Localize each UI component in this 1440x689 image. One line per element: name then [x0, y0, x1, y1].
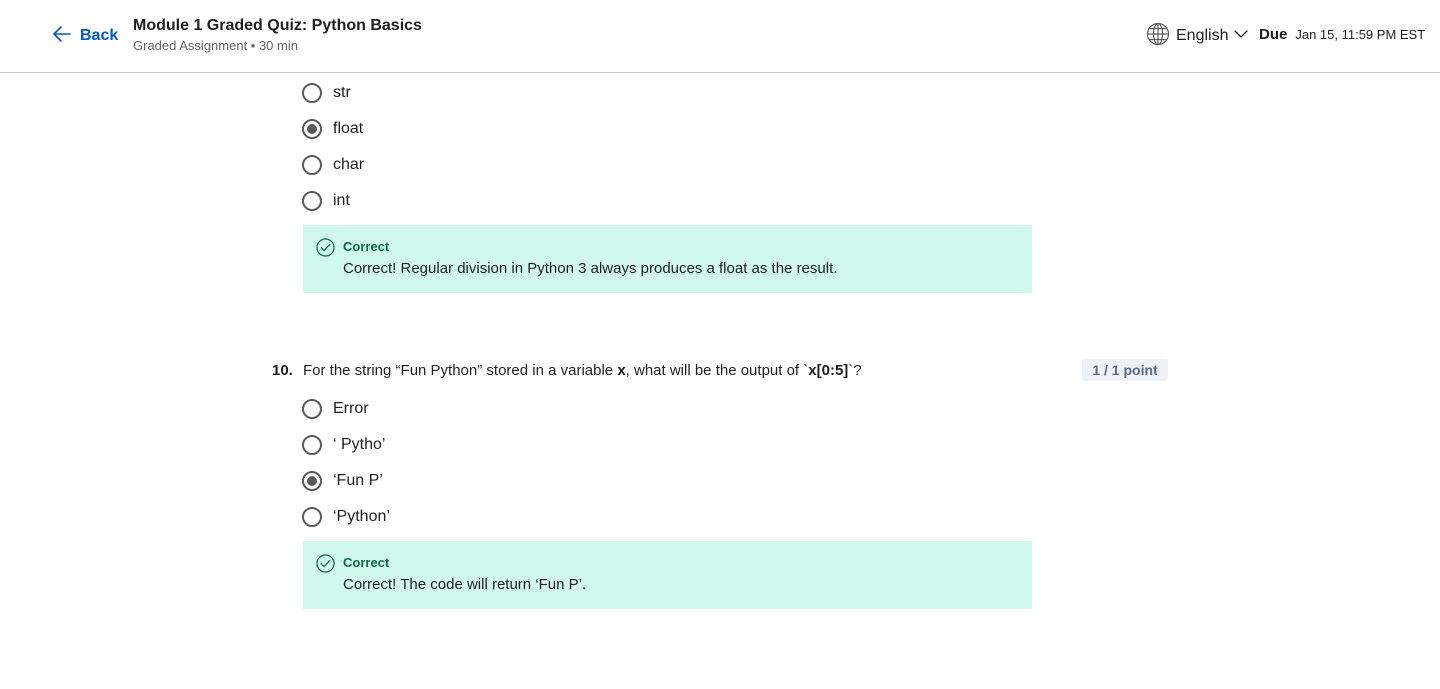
- question-10-prompt: 10. For the string “Fun Python” stored i…: [272, 359, 862, 381]
- option-label: ‘ Pytho’: [333, 436, 386, 453]
- radio-button[interactable]: [302, 191, 322, 211]
- feedback-text: Correct! Regular division in Python 3 al…: [343, 260, 838, 277]
- feedback-status: Correct: [343, 239, 390, 254]
- q10-option-pytho[interactable]: ‘ Pytho’: [302, 433, 385, 457]
- globe-icon: [1146, 22, 1170, 51]
- due-date-info: Due Jan 15, 11:59 PM EST: [1259, 26, 1425, 46]
- chevron-down-icon: [1234, 27, 1249, 46]
- check-circle-icon: [316, 554, 335, 573]
- option-label: ‘Python’: [333, 508, 390, 525]
- page-title: Module 1 Graded Quiz: Python Basics: [133, 17, 422, 34]
- option-label: Error: [333, 400, 369, 417]
- q10-option-python[interactable]: ‘Python’: [302, 505, 390, 529]
- question-text-part: For the string “Fun Python” stored in a …: [303, 361, 618, 379]
- question-text-part: `?: [848, 361, 862, 379]
- option-label: int: [333, 192, 350, 209]
- quiz-header: Back Module 1 Graded Quiz: Python Basics…: [0, 0, 1440, 73]
- feedback-text: Correct! The code will return ‘Fun P’.: [343, 576, 587, 593]
- question-code: x[0:5]: [808, 361, 849, 379]
- question-text: For the string “Fun Python” stored in a …: [303, 362, 862, 379]
- language-label: English: [1176, 27, 1229, 44]
- points-badge: 1 / 1 point: [1082, 359, 1168, 381]
- back-label: Back: [80, 27, 119, 44]
- due-label: Due: [1259, 26, 1288, 43]
- back-button[interactable]: Back: [52, 24, 118, 48]
- option-label: float: [333, 120, 364, 137]
- q9-option-char[interactable]: char: [302, 153, 364, 177]
- q9-option-int[interactable]: int: [302, 189, 350, 213]
- q10-feedback-panel: Correct Correct! The code will return ‘F…: [303, 541, 1032, 609]
- q10-option-error[interactable]: Error: [302, 397, 369, 421]
- assignment-title-block: Module 1 Graded Quiz: Python Basics Grad…: [133, 16, 422, 56]
- q9-option-str[interactable]: str: [302, 81, 351, 105]
- question-text-part: , what will be the output of `: [625, 361, 809, 379]
- radio-button[interactable]: [302, 435, 322, 455]
- radio-button-selected[interactable]: [302, 471, 322, 491]
- question-variable: x: [617, 361, 626, 379]
- q9-option-float[interactable]: float: [302, 117, 363, 141]
- q9-feedback-panel: Correct Correct! Regular division in Pyt…: [303, 225, 1032, 293]
- feedback-status: Correct: [343, 555, 390, 570]
- language-selector[interactable]: English: [1146, 22, 1249, 51]
- q10-option-fun-p[interactable]: ‘Fun P’: [302, 469, 383, 493]
- option-label: ‘Fun P’: [333, 472, 383, 489]
- question-number: 10.: [272, 361, 293, 379]
- option-label: str: [333, 84, 351, 101]
- assignment-subtitle: Graded Assignment • 30 min: [133, 38, 298, 53]
- arrow-left-icon: [52, 24, 72, 49]
- radio-button[interactable]: [302, 155, 322, 175]
- radio-button[interactable]: [302, 83, 322, 103]
- radio-button[interactable]: [302, 507, 322, 527]
- due-date: Jan 15, 11:59 PM EST: [1295, 27, 1426, 42]
- radio-button-selected[interactable]: [302, 119, 322, 139]
- check-circle-icon: [316, 238, 335, 257]
- radio-button[interactable]: [302, 399, 322, 419]
- option-label: char: [333, 156, 365, 173]
